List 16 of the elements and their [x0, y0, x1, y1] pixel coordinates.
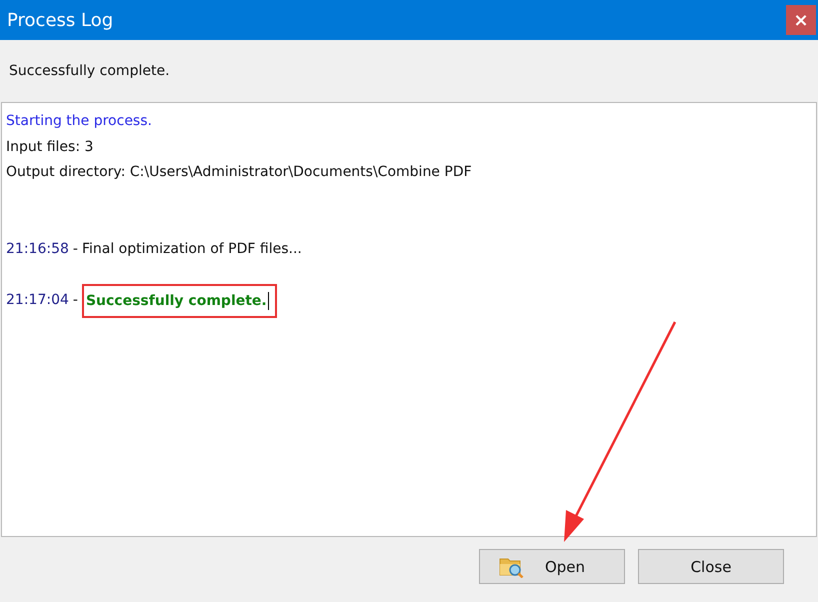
log-message: Successfully complete. — [86, 292, 267, 311]
separator: - — [72, 291, 78, 310]
log-message: Final optimization of PDF files... — [82, 240, 302, 259]
open-button[interactable]: Open — [479, 549, 625, 584]
separator: - — [72, 240, 78, 259]
log-line: Starting the process. — [6, 112, 152, 131]
close-dialog-button[interactable]: Close — [638, 549, 784, 584]
text-cursor — [268, 292, 269, 310]
status-text: Successfully complete. — [9, 63, 170, 79]
window-title: Process Log — [7, 10, 114, 30]
timestamp: 21:17:04 — [6, 291, 69, 310]
log-line: Output directory: C:\Users\Administrator\Documents\Combine PDF — [6, 163, 472, 182]
timestamp: 21:16:58 — [6, 240, 69, 259]
log-line: Input files: 3 — [6, 138, 94, 157]
close-button[interactable]: × — [786, 5, 816, 35]
folder-search-icon — [498, 556, 525, 578]
